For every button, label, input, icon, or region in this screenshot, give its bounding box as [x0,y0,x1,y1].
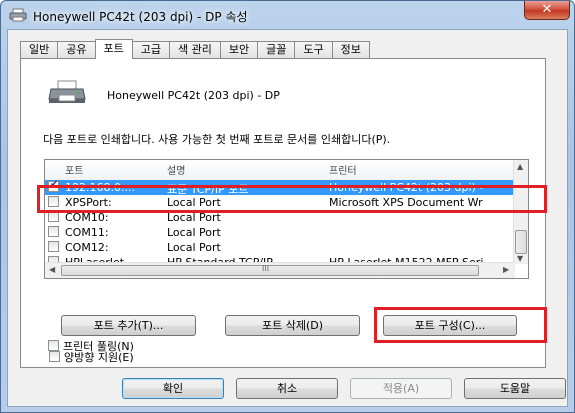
scroll-down-icon[interactable]: ▼ [517,254,523,263]
pooling-label: 프린터 풀링(N) [63,340,134,353]
tab-about[interactable]: 정보 [331,41,370,58]
tab-color-management[interactable]: 색 관리 [169,41,221,58]
title-bar[interactable]: Honeywell PC42t (203 dpi) - DP 속성 ✕ [1,1,575,29]
horizontal-scrollbar[interactable]: ◀ III ▶ [45,262,515,278]
close-button[interactable]: ✕ [524,1,570,20]
printer-pooling-option[interactable]: 프린터 풀링(N) [48,338,134,354]
column-header-port[interactable]: 포트 [65,162,83,177]
tab-general[interactable]: 일반 [20,41,59,58]
tab-advanced[interactable]: 고급 [131,41,170,58]
scroll-left-icon[interactable]: ◀ [49,265,55,274]
cancel-button[interactable]: 취소 [236,378,338,399]
port-list-header: 포트 설명 프린터 [45,160,515,181]
printer-icon [9,8,27,22]
scroll-right-icon[interactable]: ▶ [503,265,509,274]
apply-button[interactable]: 적용(A) [350,378,452,399]
tab-security[interactable]: 보안 [219,41,259,58]
column-header-description[interactable]: 설명 [167,162,185,177]
window-title: Honeywell PC42t (203 dpi) - DP 속성 [33,10,248,24]
delete-port-button[interactable]: 포트 삭제(D) [225,315,360,336]
vertical-scroll-thumb[interactable] [515,230,527,254]
pooling-checkbox[interactable] [48,340,59,351]
close-icon: ✕ [541,2,553,17]
port-name: COM11: [65,226,109,239]
help-button[interactable]: 도움말 [464,378,566,399]
properties-window: Honeywell PC42t (203 dpi) - DP 속성 ✕ 일반 공… [0,0,575,413]
port-row[interactable]: COM12: Local Port [45,240,515,255]
column-header-printer[interactable]: 프린터 [329,162,357,177]
scroll-grip-icon: III [262,264,270,273]
tab-ports[interactable]: 포트 [94,39,133,59]
horizontal-scroll-thumb[interactable]: III [61,264,479,276]
scroll-up-icon[interactable]: ▲ [517,162,523,171]
port-checkbox[interactable] [48,226,59,237]
port-checkbox[interactable] [48,241,59,252]
printer-name-label: Honeywell PC42t (203 dpi) - DP [107,89,280,102]
add-port-button[interactable]: 포트 추가(T)... [61,315,196,336]
tab-strip: 일반 공유 포트 고급 색 관리 보안 글꼴 도구 정보 [20,39,370,59]
port-instruction-text: 다음 포트로 인쇄합니다. 사용 가능한 첫 번째 포트로 문서를 인쇄합니다(… [43,133,391,146]
port-description: Local Port [167,226,221,239]
port-list[interactable]: 포트 설명 프린터 ✔ 192.168.0.... 표준 TCP/IP 포트 H… [44,159,529,279]
port-name: COM12: [65,241,109,254]
configure-port-highlight [374,307,547,343]
printer-large-icon [48,80,86,103]
tab-fonts[interactable]: 글꼴 [257,41,296,58]
tab-sharing[interactable]: 공유 [57,41,96,58]
ok-button[interactable]: 확인 [122,378,224,399]
dialog-client-area: 일반 공유 포트 고급 색 관리 보안 글꼴 도구 정보 Honeywell P… [7,29,568,407]
ports-tab-panel: Honeywell PC42t (203 dpi) - DP 다음 포트로 인쇄… [20,58,547,368]
port-description: Local Port [167,241,221,254]
selected-port-highlight [37,185,547,213]
port-row[interactable]: COM11: Local Port [45,225,515,240]
tab-tools[interactable]: 도구 [294,41,333,58]
